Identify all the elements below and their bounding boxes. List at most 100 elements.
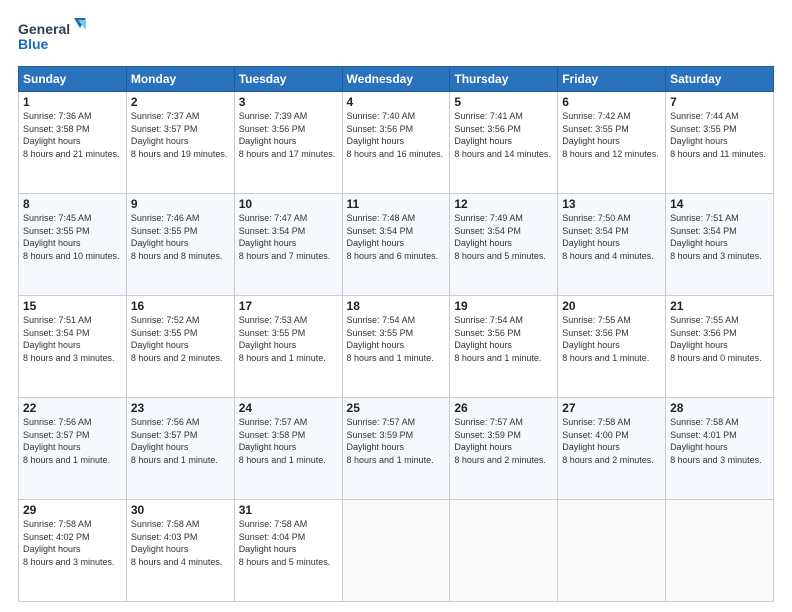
day-number: 19: [454, 299, 553, 313]
day-info: Sunrise: 7:57 AMSunset: 3:58 PMDaylight …: [239, 416, 338, 466]
calendar-cell: 18 Sunrise: 7:54 AMSunset: 3:55 PMDaylig…: [342, 296, 450, 398]
calendar-cell: 23 Sunrise: 7:56 AMSunset: 3:57 PMDaylig…: [126, 398, 234, 500]
day-header-row: SundayMondayTuesdayWednesdayThursdayFrid…: [19, 67, 774, 92]
logo: GeneralBlue: [18, 16, 88, 56]
day-header-tuesday: Tuesday: [234, 67, 342, 92]
week-row-4: 22 Sunrise: 7:56 AMSunset: 3:57 PMDaylig…: [19, 398, 774, 500]
calendar-cell: 17 Sunrise: 7:53 AMSunset: 3:55 PMDaylig…: [234, 296, 342, 398]
day-number: 12: [454, 197, 553, 211]
calendar-cell: 10 Sunrise: 7:47 AMSunset: 3:54 PMDaylig…: [234, 194, 342, 296]
day-number: 17: [239, 299, 338, 313]
day-number: 24: [239, 401, 338, 415]
page: GeneralBlue SundayMondayTuesdayWednesday…: [0, 0, 792, 612]
calendar-cell: [666, 500, 774, 602]
calendar-cell: 14 Sunrise: 7:51 AMSunset: 3:54 PMDaylig…: [666, 194, 774, 296]
day-number: 20: [562, 299, 661, 313]
header: GeneralBlue: [18, 16, 774, 56]
day-info: Sunrise: 7:51 AMSunset: 3:54 PMDaylight …: [670, 212, 769, 262]
calendar-cell: 28 Sunrise: 7:58 AMSunset: 4:01 PMDaylig…: [666, 398, 774, 500]
day-number: 6: [562, 95, 661, 109]
calendar-cell: 27 Sunrise: 7:58 AMSunset: 4:00 PMDaylig…: [558, 398, 666, 500]
day-info: Sunrise: 7:58 AMSunset: 4:00 PMDaylight …: [562, 416, 661, 466]
calendar-cell: 22 Sunrise: 7:56 AMSunset: 3:57 PMDaylig…: [19, 398, 127, 500]
calendar-cell: 12 Sunrise: 7:49 AMSunset: 3:54 PMDaylig…: [450, 194, 558, 296]
day-number: 21: [670, 299, 769, 313]
day-info: Sunrise: 7:58 AMSunset: 4:02 PMDaylight …: [23, 518, 122, 568]
day-number: 4: [347, 95, 446, 109]
calendar-cell: 31 Sunrise: 7:58 AMSunset: 4:04 PMDaylig…: [234, 500, 342, 602]
calendar-cell: 3 Sunrise: 7:39 AMSunset: 3:56 PMDayligh…: [234, 92, 342, 194]
calendar-cell: 15 Sunrise: 7:51 AMSunset: 3:54 PMDaylig…: [19, 296, 127, 398]
day-info: Sunrise: 7:53 AMSunset: 3:55 PMDaylight …: [239, 314, 338, 364]
week-row-2: 8 Sunrise: 7:45 AMSunset: 3:55 PMDayligh…: [19, 194, 774, 296]
day-info: Sunrise: 7:54 AMSunset: 3:56 PMDaylight …: [454, 314, 553, 364]
svg-text:General: General: [18, 21, 70, 37]
calendar-cell: 29 Sunrise: 7:58 AMSunset: 4:02 PMDaylig…: [19, 500, 127, 602]
day-info: Sunrise: 7:41 AMSunset: 3:56 PMDaylight …: [454, 110, 553, 160]
day-info: Sunrise: 7:57 AMSunset: 3:59 PMDaylight …: [347, 416, 446, 466]
day-info: Sunrise: 7:39 AMSunset: 3:56 PMDaylight …: [239, 110, 338, 160]
day-number: 15: [23, 299, 122, 313]
day-header-sunday: Sunday: [19, 67, 127, 92]
day-number: 25: [347, 401, 446, 415]
day-number: 8: [23, 197, 122, 211]
day-info: Sunrise: 7:58 AMSunset: 4:01 PMDaylight …: [670, 416, 769, 466]
day-info: Sunrise: 7:56 AMSunset: 3:57 PMDaylight …: [23, 416, 122, 466]
day-number: 18: [347, 299, 446, 313]
day-info: Sunrise: 7:44 AMSunset: 3:55 PMDaylight …: [670, 110, 769, 160]
calendar-cell: 7 Sunrise: 7:44 AMSunset: 3:55 PMDayligh…: [666, 92, 774, 194]
day-number: 10: [239, 197, 338, 211]
week-row-3: 15 Sunrise: 7:51 AMSunset: 3:54 PMDaylig…: [19, 296, 774, 398]
calendar-cell: 11 Sunrise: 7:48 AMSunset: 3:54 PMDaylig…: [342, 194, 450, 296]
calendar-cell: 26 Sunrise: 7:57 AMSunset: 3:59 PMDaylig…: [450, 398, 558, 500]
day-info: Sunrise: 7:56 AMSunset: 3:57 PMDaylight …: [131, 416, 230, 466]
day-number: 3: [239, 95, 338, 109]
calendar-cell: 1 Sunrise: 7:36 AMSunset: 3:58 PMDayligh…: [19, 92, 127, 194]
calendar-table: SundayMondayTuesdayWednesdayThursdayFrid…: [18, 66, 774, 602]
day-number: 13: [562, 197, 661, 211]
day-info: Sunrise: 7:51 AMSunset: 3:54 PMDaylight …: [23, 314, 122, 364]
day-info: Sunrise: 7:36 AMSunset: 3:58 PMDaylight …: [23, 110, 122, 160]
day-header-monday: Monday: [126, 67, 234, 92]
day-info: Sunrise: 7:50 AMSunset: 3:54 PMDaylight …: [562, 212, 661, 262]
day-number: 28: [670, 401, 769, 415]
week-row-1: 1 Sunrise: 7:36 AMSunset: 3:58 PMDayligh…: [19, 92, 774, 194]
day-header-friday: Friday: [558, 67, 666, 92]
day-number: 1: [23, 95, 122, 109]
day-number: 26: [454, 401, 553, 415]
day-number: 31: [239, 503, 338, 517]
calendar-cell: 9 Sunrise: 7:46 AMSunset: 3:55 PMDayligh…: [126, 194, 234, 296]
day-info: Sunrise: 7:40 AMSunset: 3:56 PMDaylight …: [347, 110, 446, 160]
day-number: 2: [131, 95, 230, 109]
day-number: 29: [23, 503, 122, 517]
day-number: 23: [131, 401, 230, 415]
calendar-cell: [450, 500, 558, 602]
day-info: Sunrise: 7:52 AMSunset: 3:55 PMDaylight …: [131, 314, 230, 364]
calendar-cell: 6 Sunrise: 7:42 AMSunset: 3:55 PMDayligh…: [558, 92, 666, 194]
calendar-cell: 16 Sunrise: 7:52 AMSunset: 3:55 PMDaylig…: [126, 296, 234, 398]
calendar-cell: 30 Sunrise: 7:58 AMSunset: 4:03 PMDaylig…: [126, 500, 234, 602]
calendar-cell: 21 Sunrise: 7:55 AMSunset: 3:56 PMDaylig…: [666, 296, 774, 398]
day-info: Sunrise: 7:54 AMSunset: 3:55 PMDaylight …: [347, 314, 446, 364]
logo-svg: GeneralBlue: [18, 16, 88, 56]
day-number: 16: [131, 299, 230, 313]
day-info: Sunrise: 7:47 AMSunset: 3:54 PMDaylight …: [239, 212, 338, 262]
day-info: Sunrise: 7:45 AMSunset: 3:55 PMDaylight …: [23, 212, 122, 262]
day-header-saturday: Saturday: [666, 67, 774, 92]
day-info: Sunrise: 7:58 AMSunset: 4:04 PMDaylight …: [239, 518, 338, 568]
day-header-wednesday: Wednesday: [342, 67, 450, 92]
day-number: 9: [131, 197, 230, 211]
day-info: Sunrise: 7:49 AMSunset: 3:54 PMDaylight …: [454, 212, 553, 262]
day-number: 14: [670, 197, 769, 211]
day-info: Sunrise: 7:55 AMSunset: 3:56 PMDaylight …: [562, 314, 661, 364]
day-number: 5: [454, 95, 553, 109]
day-info: Sunrise: 7:58 AMSunset: 4:03 PMDaylight …: [131, 518, 230, 568]
calendar-cell: 8 Sunrise: 7:45 AMSunset: 3:55 PMDayligh…: [19, 194, 127, 296]
week-row-5: 29 Sunrise: 7:58 AMSunset: 4:02 PMDaylig…: [19, 500, 774, 602]
day-header-thursday: Thursday: [450, 67, 558, 92]
calendar-cell: [558, 500, 666, 602]
calendar-cell: 24 Sunrise: 7:57 AMSunset: 3:58 PMDaylig…: [234, 398, 342, 500]
calendar-cell: 2 Sunrise: 7:37 AMSunset: 3:57 PMDayligh…: [126, 92, 234, 194]
day-info: Sunrise: 7:55 AMSunset: 3:56 PMDaylight …: [670, 314, 769, 364]
day-info: Sunrise: 7:48 AMSunset: 3:54 PMDaylight …: [347, 212, 446, 262]
